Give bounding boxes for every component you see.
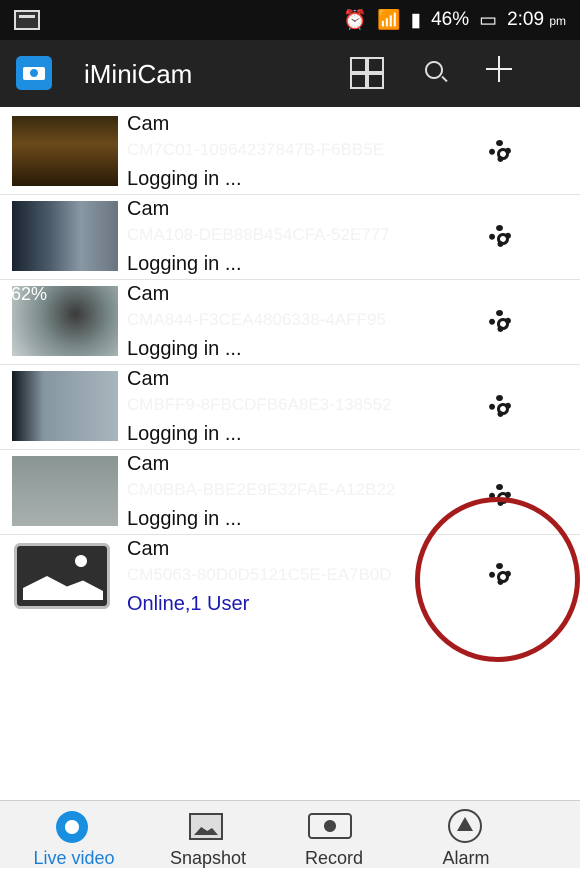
battery-icon: ▭ — [479, 9, 498, 31]
camera-uid: CMA108-DEB88B454CFA-52E777 — [127, 225, 390, 244]
record-icon — [308, 813, 352, 839]
nav-snapshot[interactable]: Snapshot — [158, 801, 258, 868]
live-video-icon — [56, 811, 88, 843]
camera-thumbnail[interactable] — [12, 456, 118, 526]
nav-label: Live video — [33, 848, 115, 868]
camera-row[interactable]: Cam CM7C01-10964237847B-F6BB5E Logging i… — [0, 110, 580, 195]
camera-uid: CMA844-F3CEA4806338-4AFF95 — [127, 310, 386, 329]
screenshot-notification-icon — [14, 10, 40, 30]
image-placeholder-icon[interactable] — [14, 543, 110, 609]
camera-row[interactable]: Cam CMA108-DEB88B454CFA-52E777 Logging i… — [0, 195, 580, 280]
add-camera-icon[interactable] — [486, 56, 512, 82]
settings-gear-icon[interactable] — [489, 310, 511, 332]
status-bar-right: ⏰ 📶 ▮ 46% ▭ 2:09 pm — [343, 0, 566, 40]
camera-uid: CM0BBA-BBE2E9E32FAE-A12B22 — [127, 480, 396, 499]
camera-uid: CM7C01-10964237847B-F6BB5E — [127, 140, 385, 159]
camera-uid: CMBFF9-8FBCDFB6A8E3-138552 — [127, 395, 392, 414]
search-icon[interactable] — [425, 61, 443, 79]
camera-row[interactable]: Cam CMBFF9-8FBCDFB6A8E3-138552 Logging i… — [0, 365, 580, 450]
status-bar: ⏰ 📶 ▮ 46% ▭ 2:09 pm — [0, 0, 580, 40]
nav-label: Record — [304, 848, 364, 868]
nav-record[interactable]: Record — [290, 801, 378, 868]
grid-view-icon[interactable] — [350, 57, 384, 89]
settings-gear-icon[interactable] — [489, 140, 511, 162]
alarm-icon — [448, 809, 482, 843]
clock: 2:09 pm — [507, 9, 566, 30]
camera-name: Cam — [127, 368, 170, 390]
settings-gear-icon[interactable] — [489, 225, 511, 247]
app-logo-icon — [16, 56, 52, 90]
camera-status: Logging in ... — [127, 508, 242, 530]
settings-gear-icon[interactable] — [489, 395, 511, 417]
snapshot-icon — [189, 813, 223, 840]
signal-icon: ▮ — [410, 9, 422, 31]
camera-row[interactable]: 62% Cam CMA844-F3CEA4806338-4AFF95 Loggi… — [0, 280, 580, 365]
annotation-circle — [415, 497, 580, 662]
app-bar: iMiniCam — [0, 40, 580, 107]
camera-status: Logging in ... — [127, 423, 242, 445]
camera-name: Cam — [127, 538, 170, 560]
camera-thumbnail[interactable] — [12, 201, 118, 271]
camera-uid: CM5063-80D0D5121C5E-EA7B0D — [127, 565, 392, 584]
camera-name: Cam — [127, 198, 170, 220]
camera-status: Logging in ... — [127, 253, 242, 275]
nav-live-video[interactable]: Live video — [0, 801, 150, 868]
app-title: iMiniCam — [84, 59, 193, 89]
camera-thumbnail[interactable] — [12, 371, 118, 441]
camera-name: Cam — [127, 453, 170, 475]
bottom-nav: Live video Snapshot Record Alarm — [0, 800, 580, 868]
nav-label: Alarm — [442, 848, 490, 868]
nav-alarm[interactable]: Alarm — [420, 801, 512, 868]
loading-percent: 62% — [11, 284, 48, 304]
nav-label: Snapshot — [169, 848, 247, 868]
camera-status: Logging in ... — [127, 338, 242, 360]
camera-name: Cam — [127, 113, 170, 135]
camera-status: Logging in ... — [127, 168, 242, 190]
alarm-clock-icon: ⏰ — [343, 10, 367, 31]
camera-status: Online,1 User — [127, 593, 250, 615]
battery-percent: 46% — [431, 9, 470, 30]
wifi-icon: 📶 — [376, 10, 401, 31]
camera-thumbnail[interactable] — [12, 116, 118, 186]
camera-name: Cam — [127, 283, 170, 305]
